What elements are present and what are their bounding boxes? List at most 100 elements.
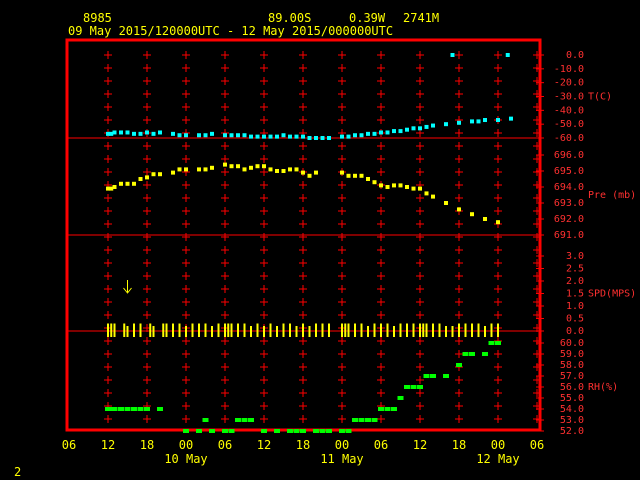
pressure-point — [210, 165, 214, 170]
temp-point — [405, 127, 409, 132]
x-tick-label: 06 — [218, 438, 232, 452]
temp-point — [431, 123, 435, 128]
rh-point — [462, 352, 469, 356]
rh-point — [404, 385, 410, 389]
temp-point — [249, 134, 253, 139]
rh-point — [488, 341, 495, 345]
y-tick-label: 59.0 — [560, 349, 584, 360]
y-tick-label: 692.0 — [554, 214, 584, 225]
temp-point — [366, 131, 370, 136]
y-axis-label: SPD(MPS) — [588, 289, 636, 300]
rh-point — [248, 418, 254, 422]
temp-point — [281, 133, 286, 138]
temp-point — [275, 134, 279, 139]
temp-point — [197, 133, 201, 138]
x-tick-label: 06 — [62, 438, 76, 452]
x-day-label: 11 May — [320, 452, 363, 466]
pressure-point — [125, 181, 130, 186]
y-tick-label: 691.0 — [554, 230, 584, 241]
x-tick-label: 18 — [140, 438, 154, 452]
temp-point — [346, 134, 351, 139]
y-tick-label: 52.0 — [560, 426, 584, 437]
pressure-point — [171, 170, 175, 175]
rh-point — [235, 418, 241, 422]
y-tick-label: 696.0 — [554, 150, 584, 161]
y-tick-label: 0.5 — [566, 314, 584, 325]
temp-point — [307, 136, 312, 140]
rh-point — [313, 429, 319, 433]
temp-point — [340, 134, 344, 139]
temp-point — [158, 130, 162, 135]
temp-point — [450, 53, 455, 57]
y-axis-label: Pre (mb) — [588, 190, 636, 201]
rh-point — [358, 418, 365, 422]
y-axis-label: RH(%) — [588, 382, 618, 393]
x-tick-label: 12 — [257, 438, 271, 452]
pressure-point — [262, 164, 266, 169]
rh-point — [319, 429, 326, 433]
pressure-point — [281, 169, 286, 173]
pressure-point — [385, 185, 390, 189]
rh-point — [339, 429, 345, 433]
temp-point — [268, 134, 273, 139]
rh-point — [443, 374, 449, 378]
temp-point — [262, 134, 266, 139]
pressure-point — [366, 177, 370, 181]
rh-point — [482, 352, 488, 356]
pressure-point — [255, 164, 260, 169]
y-tick-label: -60.0 — [554, 133, 584, 144]
x-tick-label: 12 — [413, 438, 427, 452]
pressure-point — [112, 185, 117, 189]
pressure-point — [151, 172, 156, 177]
x-tick-label: 18 — [452, 438, 466, 452]
y-axis-label: T(C) — [588, 92, 612, 103]
rh-point — [274, 429, 280, 433]
temp-point — [223, 133, 227, 138]
meteogram-chart: 06 12 18 00 06 12 18 00 06 12 18 00 06 10 May 11 May 12… — [62, 38, 636, 466]
temp-point — [320, 136, 325, 140]
rh-point — [202, 418, 209, 422]
temp-point — [385, 130, 390, 135]
pressure-point — [444, 201, 448, 205]
y-tick-label: 1.5 — [566, 289, 584, 300]
pressure-point — [418, 186, 422, 191]
temp-point — [210, 131, 214, 136]
rh-point — [371, 418, 378, 422]
pressure-point — [132, 181, 136, 186]
temp-point — [470, 119, 474, 124]
pressure-point — [294, 167, 299, 172]
temp-point — [151, 131, 156, 136]
y-tick-label: 53.0 — [560, 415, 584, 426]
y-tick-label: 57.0 — [560, 371, 584, 382]
pressure-point — [242, 167, 247, 172]
temp-point — [236, 133, 240, 138]
x-tick-label: 06 — [374, 438, 388, 452]
temp-point — [288, 134, 292, 139]
x-tick-label: 00 — [179, 438, 193, 452]
pressure-point — [184, 167, 188, 172]
y-tick-label: 3.0 — [566, 251, 584, 262]
rh-point — [209, 429, 215, 433]
y-tick-label: 0.0 — [566, 50, 584, 61]
pressure-point — [223, 162, 227, 167]
y-tick-label: 56.0 — [560, 382, 584, 393]
rh-point — [495, 341, 501, 345]
rh-point — [430, 374, 436, 378]
rh-point — [287, 429, 293, 433]
x-tick-label: 00 — [335, 438, 349, 452]
pressure-point — [424, 191, 429, 196]
y-tick-label: 693.0 — [554, 198, 584, 209]
temp-point — [359, 133, 364, 138]
temp-point — [184, 133, 188, 138]
rh-point — [157, 407, 163, 411]
rh-point — [137, 407, 144, 411]
rh-point — [196, 429, 202, 433]
rh-point — [144, 407, 150, 411]
x-tick-label: 12 — [101, 438, 115, 452]
rh-point — [111, 407, 118, 411]
rh-point — [326, 429, 332, 433]
y-tick-label: -20.0 — [554, 78, 584, 89]
temp-point — [119, 130, 123, 135]
rh-point — [131, 407, 137, 411]
rh-point — [423, 374, 430, 378]
